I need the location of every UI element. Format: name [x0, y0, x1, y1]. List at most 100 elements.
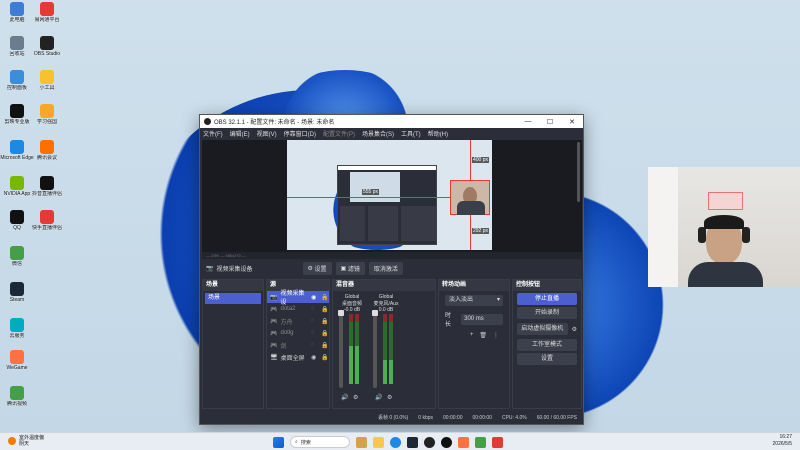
app-icon [40, 70, 54, 84]
start-icon[interactable] [273, 436, 284, 448]
studio-mode-button[interactable]: 工作室模式 [517, 339, 577, 351]
wechat-icon[interactable] [475, 436, 486, 448]
speaker-icon[interactable]: 🔊 [341, 394, 348, 401]
speaker-icon[interactable]: 🔊 [375, 394, 382, 401]
desktop-icon[interactable]: OBS Studio [32, 36, 62, 70]
more-icon[interactable]: ⋮ [493, 332, 499, 339]
lock-icon[interactable]: 🔒 [321, 354, 329, 361]
desktop-icon[interactable]: Steam [2, 282, 32, 316]
close-icon[interactable]: ✕ [561, 118, 583, 126]
desktop-icon-label: 控制面板 [6, 85, 27, 91]
menu-tools[interactable]: 工具(T) [401, 129, 421, 138]
transition-select[interactable]: 淡入淡出 ▾ [445, 295, 503, 306]
source-item[interactable]: 📷 视频采集设 ◉ 🔒 [267, 291, 329, 306]
menu-profile[interactable]: 配置文件(P) [323, 129, 355, 138]
desktop-icon[interactable]: 剪映专业版 [2, 104, 32, 138]
minimize-icon[interactable]: — [517, 118, 539, 126]
deactivate-button[interactable]: 取消激活 [368, 262, 403, 275]
eye-icon[interactable]: ◉ [311, 354, 319, 361]
volume-fader[interactable] [372, 310, 378, 388]
preview-canvas[interactable]: 400 px 292 px 555 px [287, 140, 492, 250]
sources-list: 📷 视频采集设 ◉ 🔒 🎮 dota2 ◌ 🔒 🎮 方舟 ◌ 🔒 🎮 dotlg ◌ 🔒 🎮 剑 ◌ 🔒 🖥 桌面全屏 ◉ 🔒 [267, 291, 329, 363]
lock-icon[interactable]: 🔒 [321, 318, 329, 325]
desktop-icon-label: Microsoft Edge [0, 155, 34, 161]
qq-icon[interactable] [441, 436, 452, 448]
desktop-icon[interactable]: 回收站 [2, 36, 32, 70]
edge-icon[interactable] [390, 436, 401, 448]
eye-hidden-icon[interactable]: ◌ [311, 342, 319, 348]
desktop-icon[interactable]: 此电脑 [2, 2, 32, 36]
app-icon [40, 36, 54, 50]
desktop-icon[interactable]: 快手直播伴侣 [32, 210, 62, 244]
lock-icon[interactable]: 🔒 [321, 330, 329, 337]
source-item[interactable]: 🎮 剑 ◌ 🔒 [267, 339, 329, 351]
eye-hidden-icon[interactable]: ◌ [311, 318, 319, 324]
preview-area[interactable]: 400 px 292 px 555 px [202, 140, 582, 252]
channel-device[interactable]: 桌面音频 [337, 300, 367, 307]
source-filters-button[interactable]: ▣ 滤镜 [335, 262, 365, 275]
menu-file[interactable]: 文件(F) [203, 129, 223, 138]
add-transition-icon[interactable]: + [470, 332, 474, 339]
source-settings-button[interactable]: ⚙ 设置 [302, 262, 332, 275]
gear-icon[interactable]: ⚙ [353, 394, 358, 401]
desktop-icon[interactable]: Microsoft Edge [0, 140, 34, 174]
desktop-icon[interactable]: NVIDIA App [2, 176, 32, 210]
eye-icon[interactable]: ◉ [311, 294, 319, 301]
weather-widget[interactable]: 室外温度偏 阴天 [8, 435, 44, 447]
desktop-icon[interactable]: QQ [2, 210, 32, 244]
gear-icon[interactable]: ⚙ [572, 326, 577, 333]
desktop-icon[interactable]: 云服务 [2, 318, 32, 352]
file-explorer-icon[interactable] [373, 436, 384, 448]
menu-edit[interactable]: 编辑(E) [230, 129, 250, 138]
taskbar: 室外温度偏 阴天 ⌕ 搜索 16:27 2026/5/5 [0, 432, 800, 450]
task-view-icon[interactable] [356, 436, 367, 448]
maximize-icon[interactable]: ☐ [539, 118, 561, 126]
stop-streaming-button[interactable]: 停止直播 [517, 293, 577, 305]
obs-taskbar-icon[interactable] [424, 436, 435, 448]
source-item[interactable]: 🖥 桌面全屏 ◉ 🔒 [267, 351, 329, 363]
menu-scene-collection[interactable]: 场景集合(S) [362, 129, 394, 138]
desktop-icon[interactable]: 易网通平台 [32, 2, 62, 36]
start-recording-button[interactable]: 开始录制 [517, 307, 577, 319]
eye-hidden-icon[interactable]: ◌ [311, 306, 319, 312]
volume-fader[interactable] [338, 310, 344, 388]
app-icon [40, 2, 54, 16]
desktop-icon[interactable]: 腾讯会议 [32, 140, 62, 174]
channel-device[interactable]: 麦克风/Aux [371, 300, 401, 307]
menu-view[interactable]: 视图(V) [257, 129, 277, 138]
source-item[interactable]: 🎮 方舟 ◌ 🔒 [267, 315, 329, 327]
record-time: 00:00:00 [472, 414, 492, 421]
eye-hidden-icon[interactable]: ◌ [311, 330, 319, 336]
desktop-icon[interactable]: 抖音直播伴侣 [32, 176, 62, 210]
desktop-icon[interactable]: WeGame [2, 350, 32, 384]
search-box[interactable]: ⌕ 搜索 [290, 436, 350, 448]
settings-button[interactable]: 设置 [517, 353, 577, 365]
duration-input[interactable]: 300 ms [461, 313, 503, 325]
desktop-icon[interactable]: 腾讯视频 [2, 386, 32, 420]
camera-icon: 📷 [270, 294, 278, 301]
obs-window[interactable]: OBS 32.1.1 - 配置文件: 未命名 - 场景: 未命名 — ☐ ✕ 文… [199, 114, 584, 425]
gear-icon[interactable]: ⚙ [387, 394, 392, 401]
steam-icon[interactable] [407, 436, 418, 448]
obs-titlebar[interactable]: OBS 32.1.1 - 配置文件: 未命名 - 场景: 未命名 — ☐ ✕ [200, 115, 583, 128]
desktop-icon[interactable]: 微信 [2, 246, 32, 280]
lock-icon[interactable]: 🔒 [321, 306, 329, 313]
preview-scrollbar[interactable] [577, 142, 580, 202]
desktop-icon[interactable]: 学习强国 [32, 104, 62, 138]
camera-source-selection[interactable] [450, 180, 490, 215]
virtual-camera-button[interactable]: 启动虚拟摄像机 [517, 323, 568, 335]
desktop-icon[interactable]: 控制面板 [2, 70, 32, 104]
app-icon [10, 176, 24, 190]
menu-docks[interactable]: 停靠窗口(D) [284, 129, 316, 138]
lock-icon[interactable]: 🔒 [321, 342, 329, 349]
app-icon[interactable] [458, 436, 469, 448]
desktop-icon-label: 抖音直播伴侣 [32, 191, 63, 197]
source-item[interactable]: 🎮 dotlg ◌ 🔒 [267, 327, 329, 339]
scene-item[interactable]: 场景 [205, 293, 261, 304]
lock-icon[interactable]: 🔒 [321, 294, 329, 301]
desktop-icon[interactable]: 小工具 [32, 70, 62, 104]
menu-help[interactable]: 帮助(H) [428, 129, 448, 138]
trash-icon[interactable]: 🗑 [479, 332, 487, 339]
app-icon-2[interactable] [492, 436, 503, 448]
clock[interactable]: 16:27 2026/5/5 [773, 434, 792, 448]
